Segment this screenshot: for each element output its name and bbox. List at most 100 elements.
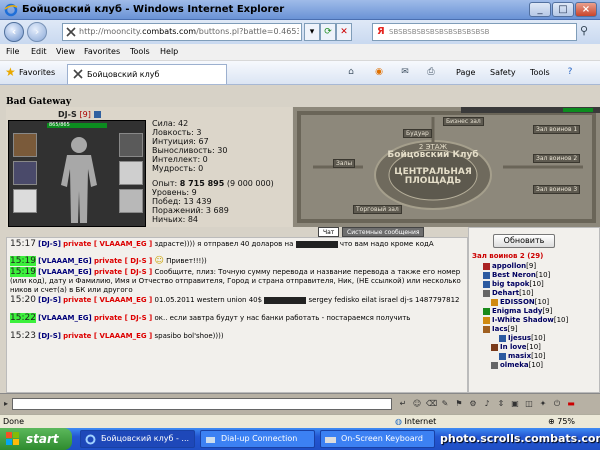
feeds-icon[interactable]: ◉ — [372, 67, 386, 79]
online-user[interactable]: EDISSON[10] — [491, 298, 549, 307]
online-user[interactable]: Ijesus[10] — [499, 334, 545, 343]
map-location[interactable]: Залы — [333, 159, 356, 168]
stat-losses: Поражений: 3 689 — [152, 206, 229, 215]
menu-file[interactable]: File — [6, 47, 19, 56]
search-icon[interactable]: ⚲ — [580, 24, 588, 37]
online-user[interactable]: Iacs[9] — [483, 325, 518, 334]
menu-edit[interactable]: Edit — [31, 47, 47, 56]
menu-view[interactable]: View — [56, 47, 75, 56]
online-user[interactable]: masix[10] — [499, 352, 545, 361]
online-user[interactable]: olmeka[10] — [491, 361, 543, 370]
safety-menu[interactable]: Safety — [490, 68, 516, 77]
ring-slot[interactable] — [119, 133, 143, 157]
boots-slot[interactable] — [119, 189, 143, 213]
redacted-block — [264, 296, 307, 304]
map-icon[interactable]: ◫ — [524, 399, 534, 409]
helmet-slot[interactable] — [13, 133, 37, 157]
character-avatar[interactable]: 865/865 — [8, 120, 146, 227]
start-button[interactable]: start — [0, 428, 72, 450]
url-domain: combats.com — [142, 27, 197, 36]
favorites-button[interactable]: Favorites — [19, 68, 55, 77]
menu-favorites[interactable]: Favorites — [84, 47, 120, 56]
clear-icon[interactable]: ⌫ — [426, 399, 437, 409]
tools-menu[interactable]: Tools — [530, 68, 550, 77]
back-button[interactable]: ‹ — [4, 22, 24, 42]
chat-message: 15:22 [VLAAAM_EG] private [ DJ-S ] ок.. … — [10, 313, 411, 323]
smiley-icon: ☺ — [154, 256, 164, 266]
map-location[interactable]: Зал воинов 1 — [533, 125, 581, 134]
send-icon[interactable]: ↵ — [398, 399, 408, 409]
favorites-star-icon[interactable]: ★ — [5, 66, 16, 78]
chat-log[interactable]: 15:17 [DJ-S] private [ VLAAAM_EG ] здрас… — [6, 237, 468, 393]
online-user[interactable]: Enigma Lady[9] — [483, 307, 552, 316]
chat-message: 15:23 [DJ-S] private [ VLAAAM_EG ] spasi… — [10, 331, 224, 341]
smiles-icon[interactable]: ☺ — [412, 399, 422, 409]
menu-help[interactable]: Help — [160, 47, 178, 56]
map-location[interactable]: Зал воинов 3 — [533, 185, 581, 194]
taskbar-item-keyboard[interactable]: On-Screen Keyboard — [320, 430, 435, 448]
tab-system-messages[interactable]: Системные сообщения — [342, 227, 425, 237]
refresh-icon[interactable]: ⟳ — [320, 23, 336, 41]
shield-slot[interactable] — [119, 161, 143, 185]
ie-icon — [85, 434, 96, 445]
filter-icon[interactable]: ⚑ — [454, 399, 464, 409]
stop-icon[interactable]: ✕ — [336, 23, 352, 41]
maximize-button[interactable]: □ — [552, 2, 574, 17]
armor-slot[interactable] — [13, 161, 37, 185]
exit-icon[interactable]: ⏻ — [552, 399, 562, 409]
map-location[interactable]: Торговый зал — [353, 205, 402, 214]
url-suffix: /buttons.pl?battle=0.46530131... — [196, 27, 299, 36]
forward-button[interactable]: › — [27, 22, 47, 42]
bag-icon[interactable]: ▣ — [510, 399, 520, 409]
zoom-level[interactable]: ⊕ 75% — [548, 417, 575, 426]
status-bar: Done ◍ Internet ⊕ 75% — [0, 414, 600, 428]
online-user[interactable]: In love[10] — [491, 343, 541, 352]
taskbar-item-browser[interactable]: Бойцовский клуб - ... — [80, 430, 195, 448]
scroll-icon[interactable]: ⇕ — [496, 399, 506, 409]
info-icon[interactable] — [93, 111, 101, 118]
stat-intellect: Интеллект: 0 — [152, 155, 208, 164]
chat-message: 15:20 [DJ-S] private [ VLAAAM_EG ] 01.05… — [10, 295, 460, 305]
zoom-icon: ⊕ — [548, 417, 555, 426]
print-icon[interactable]: ⎙ — [424, 67, 438, 79]
search-placeholder: SBSBSBSBSBSBSBSBSBSBSB — [389, 28, 490, 36]
weapon-slot[interactable] — [13, 189, 37, 213]
stat-draws: Ничьих: 84 — [152, 215, 199, 224]
online-user[interactable]: Best Neron[10] — [483, 271, 550, 280]
dropdown-icon[interactable]: ▸ — [1, 399, 11, 409]
online-user[interactable]: Dehart[10] — [483, 289, 533, 298]
translit-icon[interactable]: ✎ — [440, 399, 450, 409]
clan-icon[interactable]: ✦ — [538, 399, 548, 409]
map-location[interactable]: Зал воинов 2 — [533, 154, 581, 163]
refresh-online-button[interactable]: Обновить — [493, 234, 555, 248]
online-user[interactable]: appollon[9] — [483, 262, 536, 271]
status-text: Done — [3, 417, 25, 426]
watermark-text: photo.scrolls.combats.com — [440, 432, 600, 445]
search-input[interactable]: Я SBSBSBSBSBSBSBSBSBSBSB — [372, 23, 577, 41]
map-location[interactable]: Бизнес зал — [443, 117, 484, 126]
minimize-button[interactable]: _ — [529, 2, 551, 17]
mail-icon[interactable]: ✉ — [398, 67, 412, 79]
taskbar-item-dialup[interactable]: Dial-up Connection — [200, 430, 315, 448]
address-field[interactable]: http://mooncity.combats.com/buttons.pl?b… — [62, 23, 302, 41]
tab-chat[interactable]: Чат — [318, 227, 340, 237]
online-user[interactable]: I-White Shadow[10] — [483, 316, 568, 325]
combats-logo-icon: ▬ — [567, 399, 575, 408]
address-toolbar: ‹ › http://mooncity.combats.com/buttons.… — [0, 20, 600, 44]
sound-icon[interactable]: ♪ — [482, 399, 492, 409]
close-button[interactable]: × — [575, 2, 597, 17]
map-location[interactable]: Будуар — [403, 129, 432, 138]
yandex-icon: Я — [377, 26, 385, 37]
online-user[interactable]: big tapok[10] — [483, 280, 544, 289]
compat-view-icon[interactable]: ▾ — [304, 23, 320, 41]
browser-tab[interactable]: Бойцовский клуб — [67, 64, 227, 84]
menu-tools[interactable]: Tools — [130, 47, 150, 56]
location-map[interactable]: Бизнес зал Зал воинов 1 Залы Зал воинов … — [293, 107, 600, 227]
page-menu[interactable]: Page — [456, 68, 475, 77]
help-icon[interactable]: ? — [563, 67, 577, 79]
home-icon[interactable]: ⌂ — [344, 67, 358, 79]
keyboard-icon — [325, 437, 336, 443]
chat-input[interactable] — [12, 398, 392, 410]
window-titlebar[interactable]: Бойцовский клуб - Windows Internet Explo… — [0, 0, 600, 20]
settings-icon[interactable]: ⚙ — [468, 399, 478, 409]
